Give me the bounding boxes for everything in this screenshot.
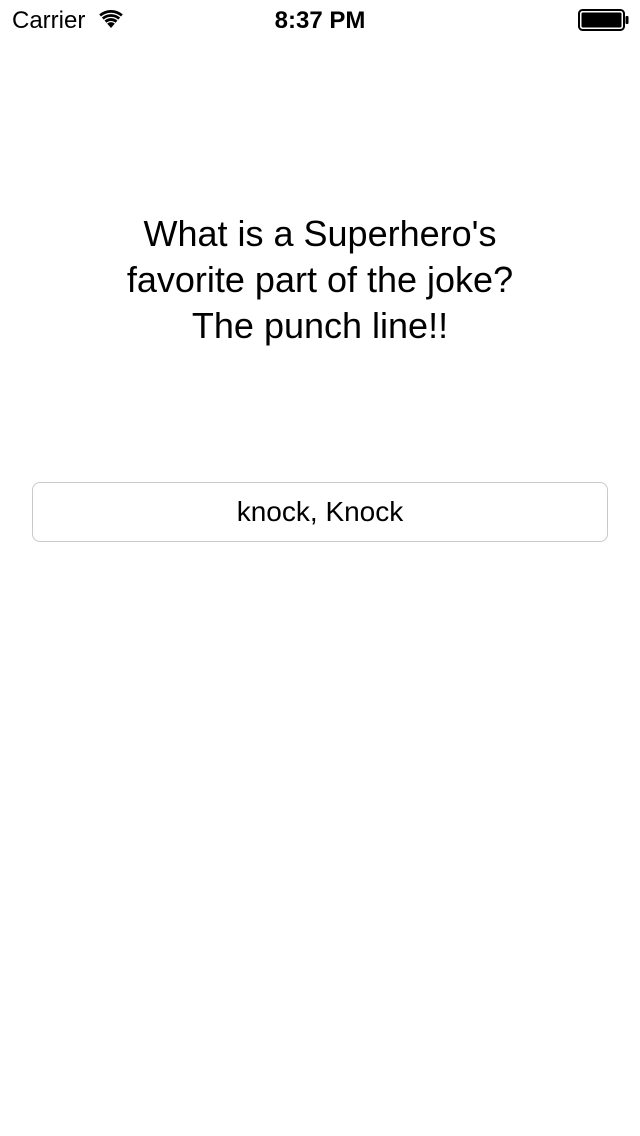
status-time: 8:37 PM [274,7,366,34]
status-bar: Carrier 8:37 PM [0,0,640,40]
knock-knock-button[interactable]: knock, Knock [32,482,608,542]
joke-text: What is a Superhero's favorite part of t… [126,213,514,346]
app-screen: Carrier 8:37 PM What is a Superhero's fa… [0,0,640,1136]
battery-icon [578,9,630,31]
